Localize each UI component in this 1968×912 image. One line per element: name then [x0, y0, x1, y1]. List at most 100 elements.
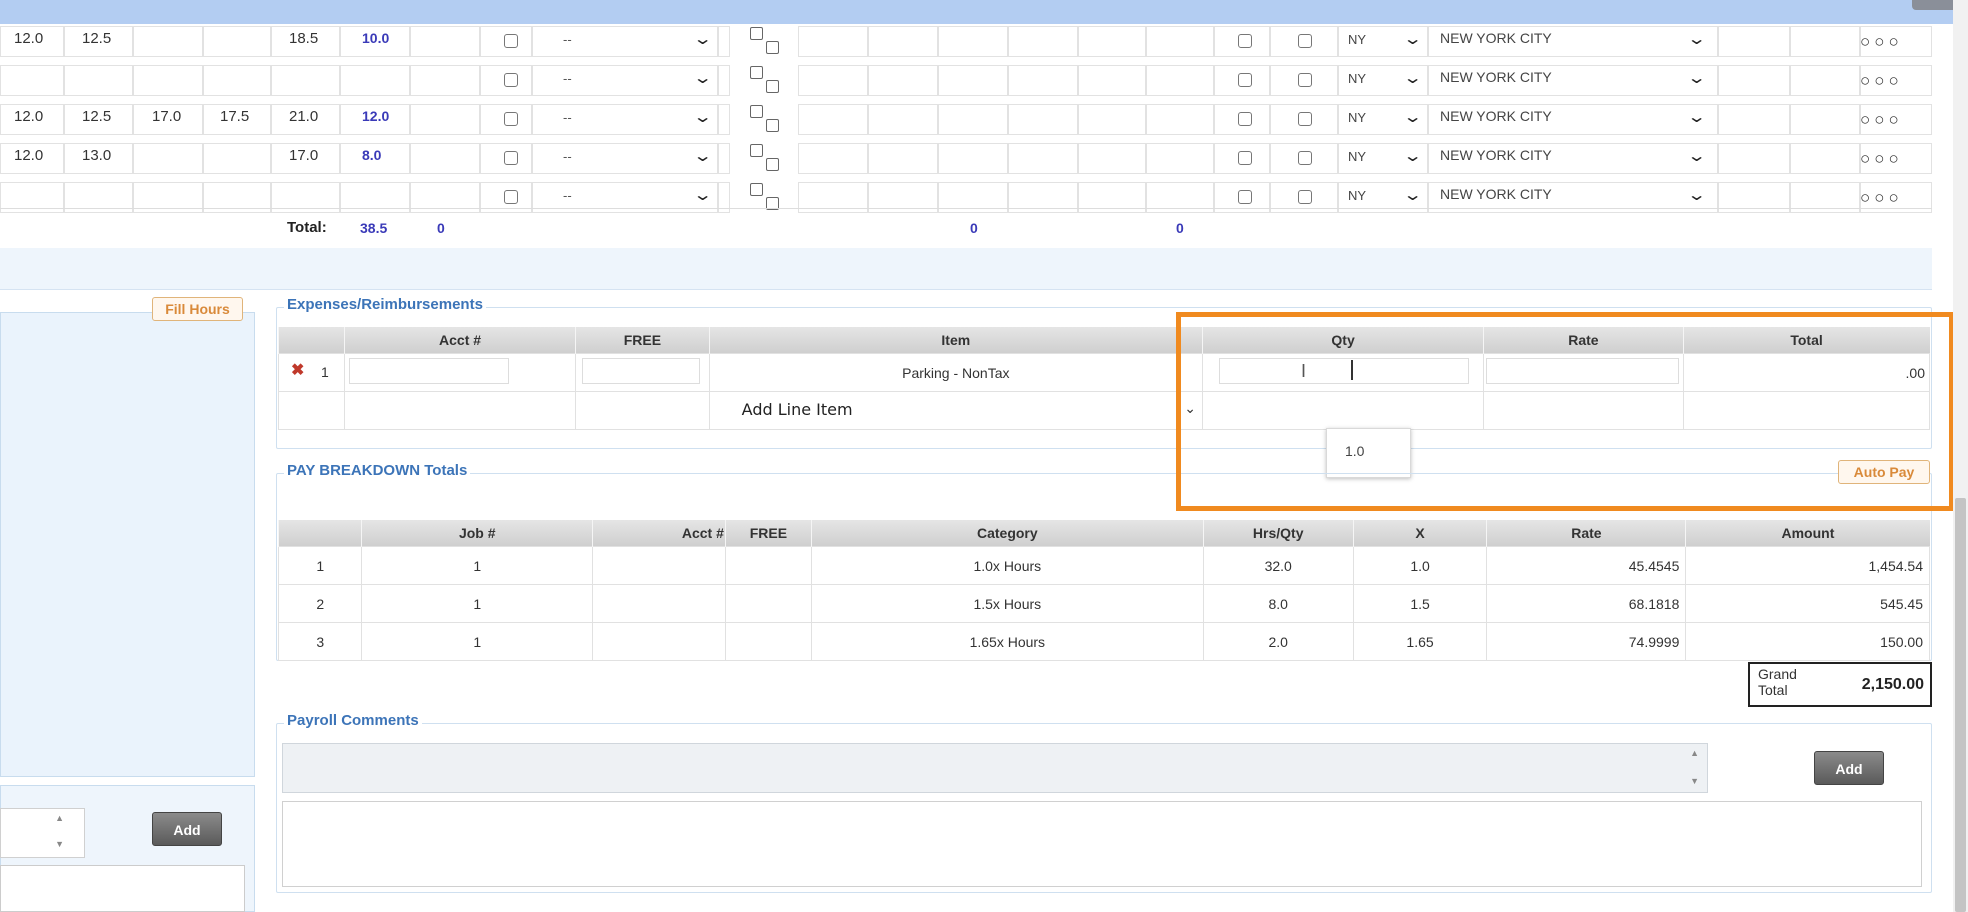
chevron-down-icon[interactable]: ⌄: [1687, 29, 1707, 49]
state-select-value[interactable]: NY: [1348, 32, 1366, 47]
time-cell[interactable]: [718, 143, 730, 174]
payroll-comment-input[interactable]: ▲ ▼: [282, 743, 1708, 793]
row-checkbox[interactable]: [504, 112, 518, 126]
time-cell[interactable]: [532, 65, 718, 96]
time-cell[interactable]: [868, 143, 938, 174]
time-cell[interactable]: [64, 65, 133, 96]
time-cell[interactable]: [532, 26, 718, 57]
chevron-down-icon[interactable]: ⌄: [693, 185, 713, 205]
time-cell[interactable]: [340, 65, 410, 96]
city-select-value[interactable]: NEW YORK CITY: [1440, 69, 1552, 85]
time-cell[interactable]: [1008, 65, 1078, 96]
row-checkbox[interactable]: [1298, 73, 1312, 87]
chevron-down-icon[interactable]: ⌄: [1403, 68, 1423, 88]
time-cell[interactable]: [1008, 26, 1078, 57]
time-cell[interactable]: [868, 104, 938, 135]
chevron-down-icon[interactable]: ⌄: [1403, 107, 1423, 127]
time-cell[interactable]: [1790, 65, 1860, 96]
split-icon[interactable]: [766, 119, 779, 132]
row-options-icon[interactable]: ○○○: [1860, 188, 1903, 208]
time-cell[interactable]: [718, 26, 730, 57]
city-select-value[interactable]: NEW YORK CITY: [1440, 147, 1552, 163]
time-cell[interactable]: [1146, 104, 1214, 135]
time-cell[interactable]: [798, 65, 868, 96]
acct-input[interactable]: [349, 358, 510, 384]
time-cell[interactable]: [938, 26, 1008, 57]
row-checkbox[interactable]: [1238, 34, 1252, 48]
chevron-down-icon[interactable]: ⌄: [693, 146, 713, 166]
split-icon[interactable]: [766, 80, 779, 93]
time-cell[interactable]: [1718, 65, 1790, 96]
time-cell[interactable]: [1790, 26, 1860, 57]
scroll-down-icon[interactable]: ▼: [1690, 776, 1699, 786]
row-checkbox[interactable]: [504, 73, 518, 87]
time-cell[interactable]: [938, 104, 1008, 135]
time-cell[interactable]: [1078, 104, 1146, 135]
time-cell[interactable]: [1146, 26, 1214, 57]
time-cell[interactable]: [798, 104, 868, 135]
time-cell[interactable]: [532, 104, 718, 135]
split-icon[interactable]: [750, 144, 763, 157]
time-cell[interactable]: [271, 65, 340, 96]
fill-hours-button[interactable]: Fill Hours: [152, 297, 243, 321]
row-checkbox[interactable]: [1238, 112, 1252, 126]
split-icon[interactable]: [750, 183, 763, 196]
add-line-item-select[interactable]: Add Line Item ⌄: [708, 391, 1203, 430]
time-cell[interactable]: [718, 65, 730, 96]
time-cell[interactable]: [410, 26, 480, 57]
left-comment-text[interactable]: [0, 865, 245, 912]
split-icon[interactable]: [766, 158, 779, 171]
row-checkbox[interactable]: [1298, 190, 1312, 204]
state-select-value[interactable]: NY: [1348, 71, 1366, 86]
time-cell[interactable]: [868, 26, 938, 57]
row-checkbox[interactable]: [504, 34, 518, 48]
delete-row-icon[interactable]: ✖: [291, 360, 304, 380]
city-select-value[interactable]: NEW YORK CITY: [1440, 108, 1552, 124]
scroll-down-icon[interactable]: ▼: [55, 839, 64, 849]
time-cell[interactable]: [532, 143, 718, 174]
time-cell[interactable]: [798, 143, 868, 174]
time-cell[interactable]: [798, 26, 868, 57]
time-cell[interactable]: [1790, 143, 1860, 174]
row-checkbox[interactable]: [1238, 73, 1252, 87]
time-cell[interactable]: [1078, 26, 1146, 57]
chevron-down-icon[interactable]: ⌄: [1403, 146, 1423, 166]
chevron-down-icon[interactable]: ⌄: [1687, 146, 1707, 166]
left-add-button[interactable]: Add: [152, 812, 222, 846]
time-cell[interactable]: [868, 65, 938, 96]
state-select-value[interactable]: NY: [1348, 188, 1366, 203]
time-cell[interactable]: [1008, 143, 1078, 174]
left-comment-input[interactable]: ▲ ▼: [0, 808, 85, 858]
row-options-icon[interactable]: ○○○: [1860, 32, 1903, 52]
time-cell[interactable]: [410, 104, 480, 135]
time-cell[interactable]: [203, 26, 271, 57]
free-input[interactable]: [582, 358, 701, 384]
chevron-down-icon[interactable]: ⌄: [693, 107, 713, 127]
time-cell[interactable]: [0, 65, 64, 96]
time-cell[interactable]: [1790, 104, 1860, 135]
chevron-down-icon[interactable]: ⌄: [1403, 185, 1423, 205]
time-cell[interactable]: [1078, 143, 1146, 174]
row-checkbox[interactable]: [1238, 151, 1252, 165]
time-cell[interactable]: [938, 65, 1008, 96]
split-icon[interactable]: [750, 105, 763, 118]
scroll-up-icon[interactable]: ▲: [1690, 748, 1699, 758]
time-cell[interactable]: [1718, 26, 1790, 57]
row-checkbox[interactable]: [1238, 190, 1252, 204]
time-cell[interactable]: [133, 26, 203, 57]
time-cell[interactable]: [1008, 104, 1078, 135]
time-cell[interactable]: [1146, 65, 1214, 96]
time-cell[interactable]: [1146, 143, 1214, 174]
chevron-down-icon[interactable]: ⌄: [1687, 107, 1707, 127]
time-cell[interactable]: [133, 65, 203, 96]
time-cell[interactable]: [1718, 143, 1790, 174]
chevron-down-icon[interactable]: ⌄: [693, 29, 713, 49]
row-checkbox[interactable]: [504, 151, 518, 165]
split-icon[interactable]: [750, 27, 763, 40]
row-options-icon[interactable]: ○○○: [1860, 71, 1903, 91]
row-options-icon[interactable]: ○○○: [1860, 149, 1903, 169]
payroll-add-button[interactable]: Add: [1814, 751, 1884, 785]
split-icon[interactable]: [750, 66, 763, 79]
time-cell[interactable]: [203, 65, 271, 96]
time-cell[interactable]: [938, 143, 1008, 174]
